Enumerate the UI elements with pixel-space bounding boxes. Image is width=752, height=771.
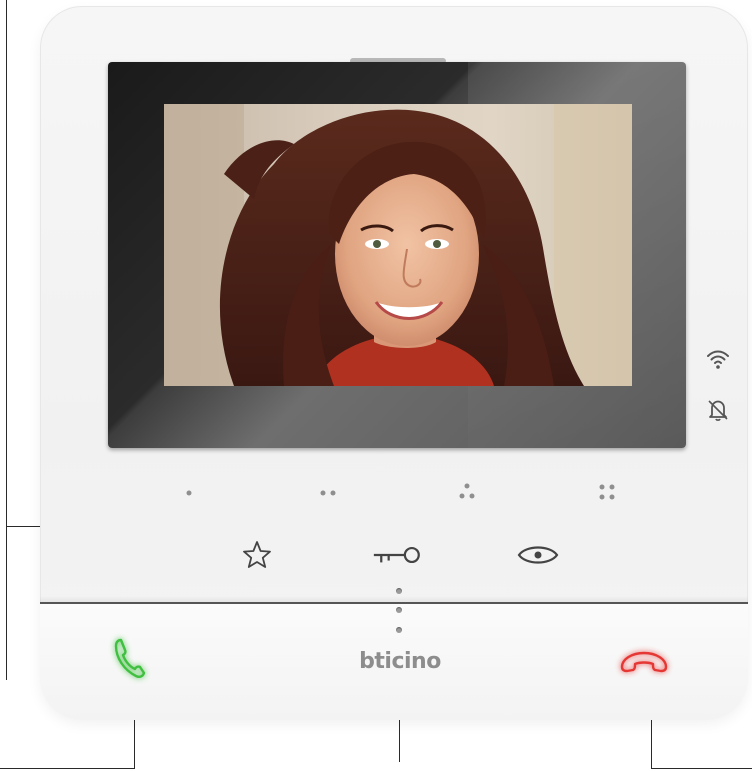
touch-key-3[interactable]: [452, 478, 482, 508]
microphone-hole: [396, 607, 402, 613]
brand-logo: bticino: [359, 649, 441, 674]
touch-key-1[interactable]: [174, 478, 204, 508]
key-icon: [373, 546, 420, 564]
bell-muted-icon: [705, 397, 731, 423]
callout-line-hangup-horizontal: [651, 768, 752, 769]
answer-call-button[interactable]: [98, 628, 158, 688]
microphone-hole: [396, 588, 402, 594]
callout-line-left-vertical: [6, 0, 7, 680]
visitor-video-image: [164, 104, 632, 386]
eye-icon: [517, 546, 559, 564]
video-screen: [164, 104, 632, 386]
microphone-hole: [396, 627, 402, 633]
phone-hangup-icon: [620, 651, 668, 673]
callout-line-answer-horizontal: [0, 768, 135, 769]
star-icon: [243, 541, 271, 568]
favorites-button[interactable]: [232, 535, 282, 575]
camera-view-button[interactable]: [513, 535, 563, 575]
hangup-call-button[interactable]: [614, 632, 674, 692]
door-lock-button[interactable]: [372, 535, 422, 575]
touch-key-2[interactable]: [313, 478, 343, 508]
phone-answer-icon: [114, 638, 146, 678]
wifi-icon: [705, 346, 731, 372]
touch-key-4[interactable]: [592, 478, 622, 508]
intercom-illustration: bticino: [0, 0, 752, 771]
